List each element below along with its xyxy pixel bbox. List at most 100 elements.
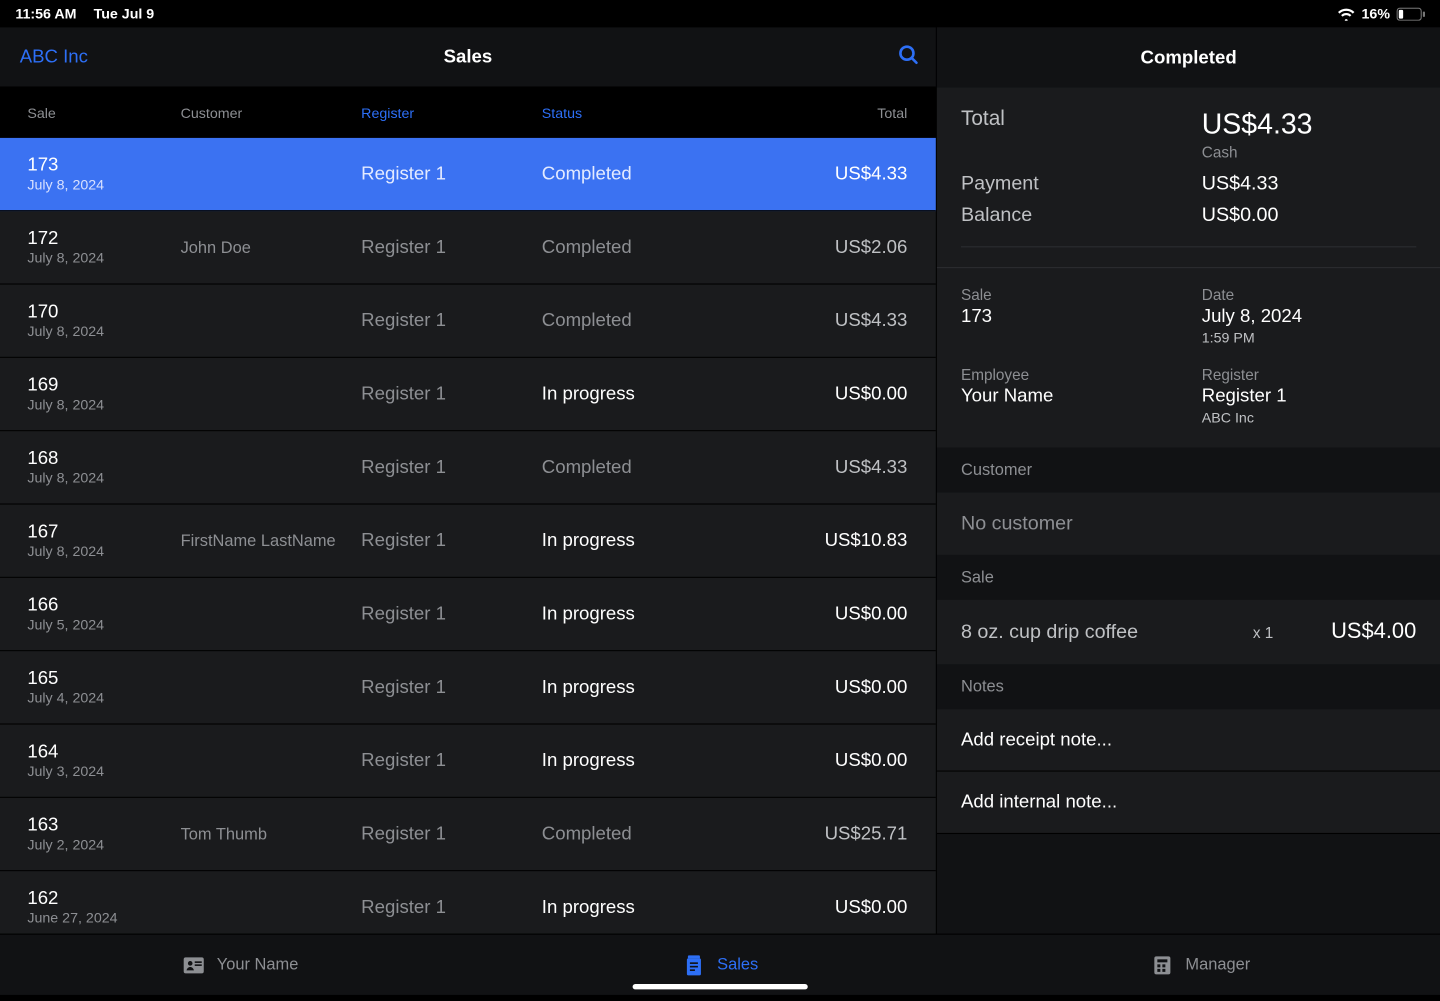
table-row[interactable]: 168July 8, 2024Register 1CompletedUS$4.3…: [0, 431, 936, 504]
row-register: Register 1: [361, 236, 542, 258]
row-total: US$4.33: [835, 163, 907, 184]
col-total[interactable]: Total: [722, 105, 935, 121]
line-item-qty: x 1: [1230, 623, 1296, 641]
row-total: US$0.00: [835, 603, 907, 624]
line-item-price: US$4.00: [1296, 619, 1416, 644]
row-sale-date: July 8, 2024: [27, 324, 180, 340]
table-row[interactable]: 165July 4, 2024Register 1In progressUS$0…: [0, 651, 936, 724]
payment-label: Payment: [961, 172, 1202, 195]
row-sale-id: 170: [27, 301, 180, 322]
col-sale[interactable]: Sale: [0, 105, 181, 121]
row-total: US$10.83: [825, 530, 908, 551]
row-status: In progress: [542, 750, 635, 771]
row-sale-date: July 5, 2024: [27, 618, 180, 634]
table-row[interactable]: 164July 3, 2024Register 1In progressUS$0…: [0, 725, 936, 798]
tab-profile[interactable]: Your Name: [0, 935, 480, 995]
row-status: In progress: [542, 530, 635, 551]
notes-header: Notes: [937, 664, 1440, 709]
table-row[interactable]: 170 July 8, 2024 Register 1Completed US$4.3…: [0, 285, 936, 358]
row-customer: FirstName LastName: [181, 531, 362, 550]
search-icon: [896, 42, 920, 66]
row-sale-date: July 8, 2024: [27, 251, 180, 267]
balance-value: US$0.00: [1202, 204, 1279, 227]
no-customer[interactable]: No customer: [937, 493, 1440, 555]
row-sale-id: 168: [27, 447, 180, 468]
totals-section: Total US$4.33 Cash Payment US$4.33 Balan…: [937, 88, 1440, 267]
row-sale-id: 164: [27, 741, 180, 762]
balance-label: Balance: [961, 204, 1202, 227]
row-register: Register 1: [361, 383, 542, 405]
row-sale-date: June 27, 2024: [27, 911, 180, 927]
table-row[interactable]: 166July 5, 2024Register 1In progressUS$0…: [0, 578, 936, 651]
manager-icon: [1150, 953, 1174, 977]
line-item[interactable]: 8 oz. cup drip coffeex 1US$4.00: [937, 600, 1440, 665]
row-status: In progress: [542, 676, 635, 697]
column-header: Sale Customer Register Status Total: [0, 88, 936, 138]
meta-section: Sale 173 Date July 8, 2024 1:59 PM Emplo…: [937, 267, 1440, 448]
detail-header: Completed: [937, 27, 1440, 87]
row-status: In progress: [542, 383, 635, 404]
add-receipt-note[interactable]: Add receipt note...: [937, 709, 1440, 771]
status-time: 11:56 AM: [15, 5, 76, 21]
row-sale-id: 173: [27, 154, 180, 175]
table-row[interactable]: 163July 2, 2024Tom ThumbRegister 1Comple…: [0, 798, 936, 871]
page-title: Sales: [444, 46, 493, 68]
total-label: Total: [961, 107, 1202, 141]
row-register: Register 1: [361, 530, 542, 552]
date-time: 1:59 PM: [1202, 329, 1417, 345]
sales-list-pane: ABC Inc Sales Sale Customer Register Sta…: [0, 27, 937, 933]
row-sale-date: July 3, 2024: [27, 764, 180, 780]
wifi-icon: [1337, 7, 1355, 20]
row-status: Completed: [542, 310, 632, 331]
status-battery-pct: 16%: [1362, 5, 1390, 21]
left-header: ABC Inc Sales: [0, 27, 936, 87]
table-row[interactable]: 173 July 8, 2024 Register 1Completed US$4.3…: [0, 138, 936, 211]
home-indicator[interactable]: [633, 984, 808, 989]
employee-label: Employee: [961, 366, 1202, 384]
add-internal-note[interactable]: Add internal note...: [937, 772, 1440, 834]
sales-icon: [682, 953, 706, 977]
row-register: Register 1: [361, 823, 542, 845]
status-date: Tue Jul 9: [94, 5, 155, 21]
tab-manager[interactable]: Manager: [960, 935, 1440, 995]
table-row[interactable]: 167July 8, 2024FirstName LastNameRegiste…: [0, 505, 936, 578]
table-row[interactable]: 172July 8, 2024John DoeRegister 1Complet…: [0, 211, 936, 284]
row-total: US$4.33: [835, 456, 907, 477]
row-sale-date: July 4, 2024: [27, 691, 180, 707]
row-status: Completed: [542, 163, 632, 184]
search-button[interactable]: [896, 42, 920, 72]
row-sale-id: 172: [27, 227, 180, 248]
col-status[interactable]: Status: [542, 105, 723, 121]
row-total: US$0.00: [835, 896, 907, 917]
row-total: US$0.00: [835, 676, 907, 697]
row-sale-date: July 8, 2024: [27, 471, 180, 487]
tab-profile-label: Your Name: [217, 955, 299, 974]
row-sale-id: 169: [27, 374, 180, 395]
brand-link[interactable]: ABC Inc: [20, 46, 88, 68]
register-value: Register 1: [1202, 385, 1417, 407]
row-sale-date: July 8, 2024: [27, 178, 180, 194]
total-method: Cash: [1202, 143, 1417, 161]
row-register: Register 1: [361, 163, 542, 185]
row-status: Completed: [542, 823, 632, 844]
payment-value: US$4.33: [1202, 172, 1279, 195]
table-row[interactable]: 169July 8, 2024Register 1In progressUS$0…: [0, 358, 936, 431]
row-register: Register 1: [361, 750, 542, 772]
row-total: US$4.33: [835, 310, 907, 331]
employee-value: Your Name: [961, 385, 1202, 407]
row-customer: Tom Thumb: [181, 825, 362, 844]
row-sale-id: 167: [27, 521, 180, 542]
row-total: US$0.00: [835, 383, 907, 404]
col-customer[interactable]: Customer: [181, 105, 362, 121]
status-bar: 11:56 AM Tue Jul 9 16%: [0, 0, 1440, 27]
detail-pane: Completed Total US$4.33 Cash Payment US$…: [937, 27, 1440, 933]
row-register: Register 1: [361, 456, 542, 478]
tab-bar: Your Name Sales Manager: [0, 934, 1440, 995]
row-register: Register 1: [361, 310, 542, 332]
col-register[interactable]: Register: [361, 105, 542, 121]
row-register: Register 1: [361, 676, 542, 698]
customer-header: Customer: [937, 448, 1440, 493]
sales-rows: 173July 8, 2024Register 1CompletedUS$4.3…: [0, 138, 936, 945]
line-item-name: 8 oz. cup drip coffee: [961, 621, 1230, 644]
row-sale-date: July 2, 2024: [27, 838, 180, 854]
